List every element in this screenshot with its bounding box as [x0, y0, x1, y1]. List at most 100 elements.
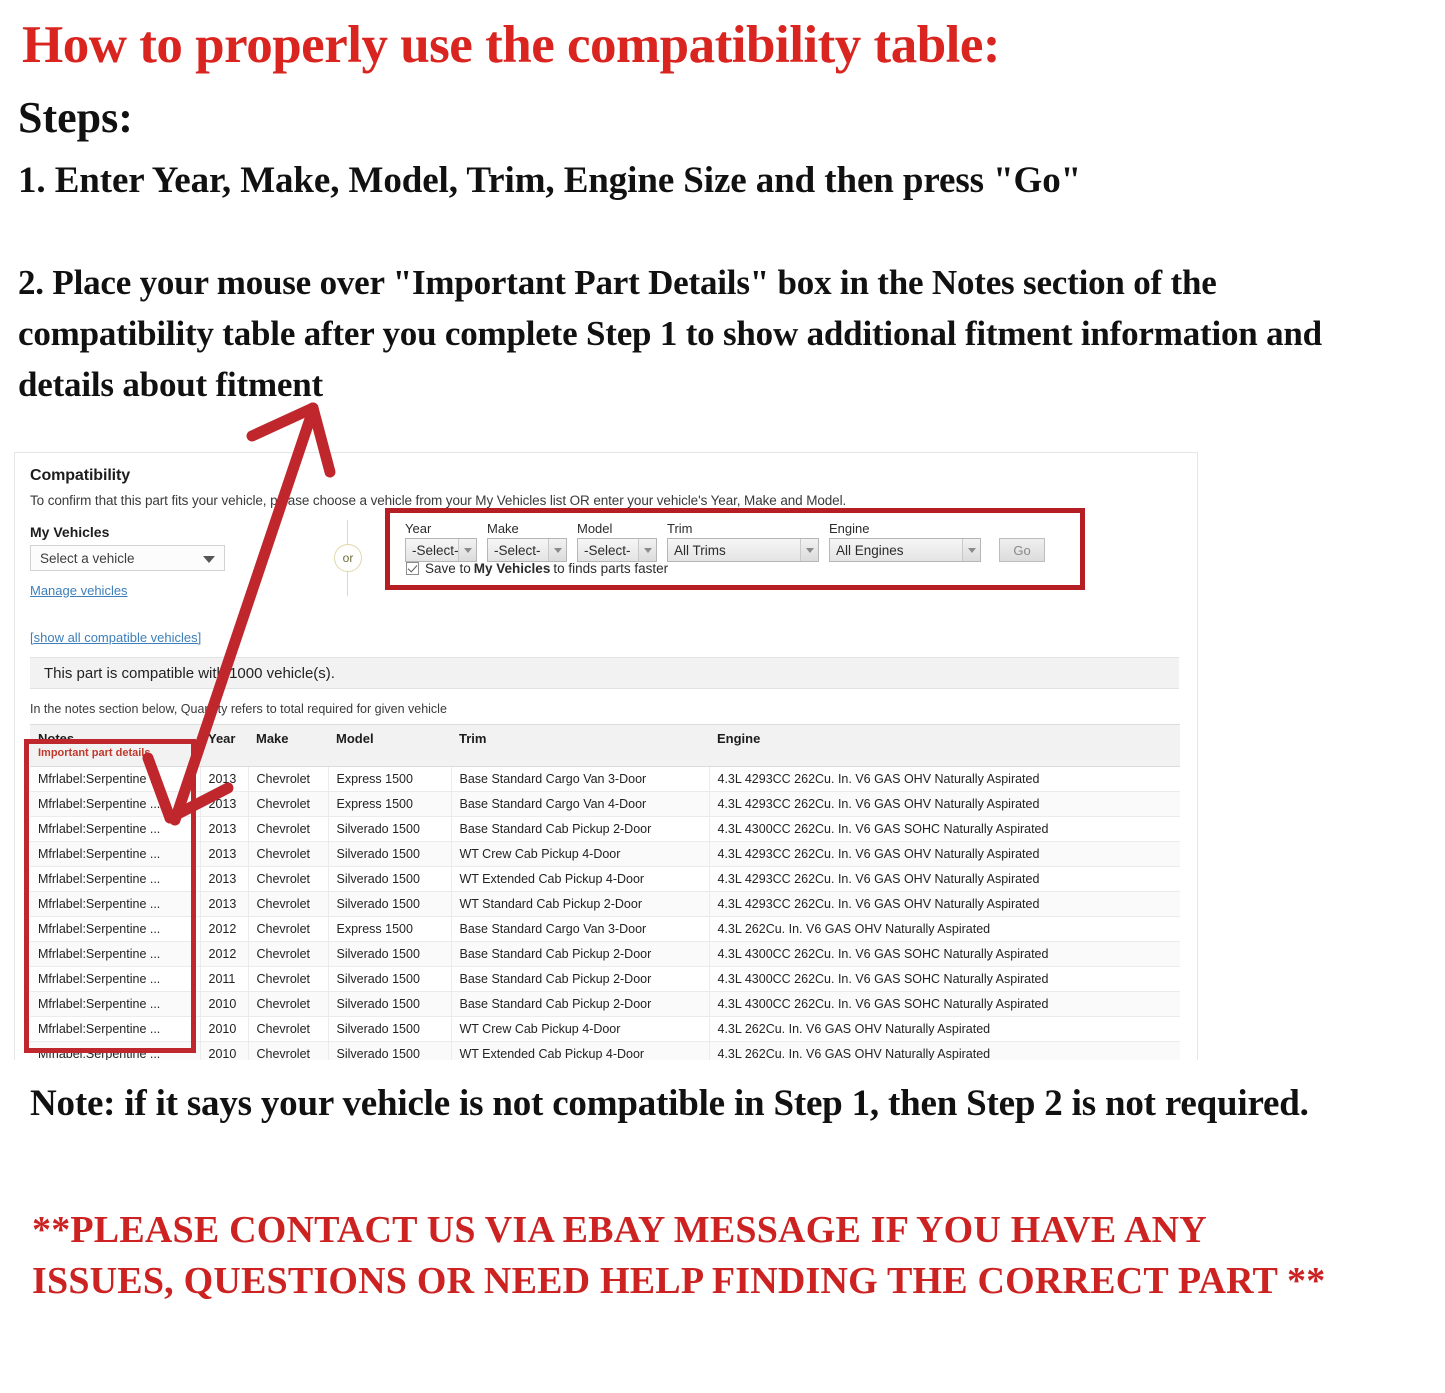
table-row: Mfrlabel:Serpentine ... 2013 Chevrolet Silv… — [30, 841, 1180, 867]
my-vehicles-selected-value: Select a vehicle — [40, 550, 135, 566]
trim-select[interactable]: All Trims — [667, 538, 819, 562]
table-row: Mfrlabel:Serpentine ... 2013 Chevrolet Silv… — [30, 816, 1180, 842]
cell-notes[interactable]: Mfrlabel:Serpentine ... — [30, 791, 201, 817]
cell-notes[interactable]: Mfrlabel:Serpentine ... — [30, 891, 201, 917]
cell-notes[interactable]: Mfrlabel:Serpentine ... — [30, 991, 201, 1017]
cell-model: Silverado 1500 — [328, 991, 452, 1017]
save-to-my-vehicles-row[interactable]: Save to My Vehicles to finds parts faste… — [406, 561, 668, 576]
quantity-note: In the notes section below, Quantity ref… — [30, 702, 447, 716]
trim-field-group: Trim All Trims — [667, 521, 819, 562]
cell-make: Chevrolet — [248, 941, 329, 967]
cell-year: 2012 — [200, 941, 249, 967]
cell-notes[interactable]: Mfrlabel:Serpentine ... — [30, 841, 201, 867]
engine-select[interactable]: All Engines — [829, 538, 981, 562]
header-notes-label: Notes — [38, 731, 75, 746]
header-notes[interactable]: Notes Important part details — [30, 724, 200, 767]
cell-model: Express 1500 — [328, 791, 452, 817]
cell-year: 2013 — [200, 891, 249, 917]
header-make[interactable]: Make — [248, 724, 328, 767]
table-row: Mfrlabel:Serpentine ... 2013 Chevrolet Expr… — [30, 791, 1180, 817]
cell-notes[interactable]: Mfrlabel:Serpentine ... — [30, 866, 201, 892]
model-field-group: Model -Select- — [577, 521, 657, 562]
cell-model: Silverado 1500 — [328, 866, 452, 892]
cell-year: 2010 — [200, 1041, 249, 1060]
cell-year: 2013 — [200, 816, 249, 842]
save-to-my-vehicles-checkbox[interactable] — [406, 562, 419, 575]
cell-engine: 4.3L 4293CC 262Cu. In. V6 GAS OHV Natura… — [709, 866, 1180, 892]
year-select[interactable]: -Select- — [405, 538, 477, 562]
cell-notes[interactable]: Mfrlabel:Serpentine ... — [30, 816, 201, 842]
cell-make: Chevrolet — [248, 891, 329, 917]
cell-year: 2013 — [200, 766, 249, 792]
vehicle-finder-highlight-box: Year -Select- Make -Select- Model -Selec… — [385, 508, 1085, 590]
cell-trim: Base Standard Cab Pickup 2-Door — [451, 991, 710, 1017]
cell-make: Chevrolet — [248, 766, 329, 792]
engine-field-group: Engine All Engines — [829, 521, 981, 562]
cell-notes[interactable]: Mfrlabel:Serpentine ... — [30, 916, 201, 942]
important-part-details-label[interactable]: Important part details — [38, 747, 192, 759]
step-1-text: 1. Enter Year, Make, Model, Trim, Engine… — [18, 160, 1082, 201]
cell-model: Silverado 1500 — [328, 891, 452, 917]
header-year[interactable]: Year — [200, 724, 248, 767]
cell-notes[interactable]: Mfrlabel:Serpentine ... — [30, 1016, 201, 1042]
cell-model: Silverado 1500 — [328, 1041, 452, 1060]
table-row: Mfrlabel:Serpentine ... 2013 Chevrolet Silv… — [30, 891, 1180, 917]
cell-make: Chevrolet — [248, 1041, 329, 1060]
cell-trim: WT Crew Cab Pickup 4-Door — [451, 1016, 710, 1042]
model-select[interactable]: -Select- — [577, 538, 657, 562]
cell-model: Silverado 1500 — [328, 941, 452, 967]
cell-trim: WT Standard Cab Pickup 2-Door — [451, 891, 710, 917]
step-2-text: 2. Place your mouse over "Important Part… — [18, 263, 1322, 404]
cell-notes[interactable]: Mfrlabel:Serpentine ... — [30, 966, 201, 992]
manage-vehicles-link[interactable]: Manage vehicles — [30, 583, 240, 598]
table-row: Mfrlabel:Serpentine ... 2012 Chevrolet Expr… — [30, 916, 1180, 942]
cell-engine: 4.3L 4300CC 262Cu. In. V6 GAS SOHC Natur… — [709, 966, 1180, 992]
my-vehicles-select[interactable]: Select a vehicle — [30, 545, 225, 571]
compatibility-heading: Compatibility — [30, 467, 131, 484]
cell-year: 2010 — [200, 991, 249, 1017]
chevron-down-icon — [800, 539, 818, 561]
table-row: Mfrlabel:Serpentine ... 2010 Chevrolet Silv… — [30, 1016, 1180, 1042]
cell-make: Chevrolet — [248, 791, 329, 817]
vehicle-selector-area: My Vehicles Select a vehicle Manage vehi… — [30, 508, 1179, 628]
engine-selected-value: All Engines — [836, 542, 904, 558]
cell-model: Express 1500 — [328, 766, 452, 792]
cell-engine: 4.3L 262Cu. In. V6 GAS OHV Naturally Asp… — [709, 1016, 1180, 1042]
header-model[interactable]: Model — [328, 724, 451, 767]
cell-trim: Base Standard Cab Pickup 2-Door — [451, 966, 710, 992]
cell-year: 2013 — [200, 866, 249, 892]
fitment-table: Notes Important part details Year Make M… — [30, 724, 1180, 1060]
table-row: Mfrlabel:Serpentine ... 2013 Chevrolet Expr… — [30, 766, 1180, 792]
cell-make: Chevrolet — [248, 816, 329, 842]
cell-model: Silverado 1500 — [328, 1016, 452, 1042]
or-divider: or — [330, 520, 366, 596]
cell-make: Chevrolet — [248, 866, 329, 892]
steps-heading: Steps: — [18, 93, 133, 142]
cell-make: Chevrolet — [248, 966, 329, 992]
cell-engine: 4.3L 4300CC 262Cu. In. V6 GAS SOHC Natur… — [709, 816, 1180, 842]
save-bold-label: My Vehicles — [473, 561, 551, 576]
header-trim[interactable]: Trim — [451, 724, 709, 767]
make-select[interactable]: -Select- — [487, 538, 567, 562]
note-text: Note: if it says your vehicle is not com… — [30, 1083, 1309, 1124]
cell-engine: 4.3L 4293CC 262Cu. In. V6 GAS OHV Natura… — [709, 891, 1180, 917]
model-selected-value: -Select- — [584, 542, 631, 558]
cell-notes[interactable]: Mfrlabel:Serpentine ... — [30, 941, 201, 967]
header-engine[interactable]: Engine — [709, 724, 1180, 767]
cell-year: 2011 — [200, 966, 249, 992]
make-label: Make — [487, 521, 519, 536]
cell-trim: WT Crew Cab Pickup 4-Door — [451, 841, 710, 867]
table-row: Mfrlabel:Serpentine ... 2011 Chevrolet Silv… — [30, 966, 1180, 992]
cell-engine: 4.3L 262Cu. In. V6 GAS OHV Naturally Asp… — [709, 1041, 1180, 1060]
go-button[interactable]: Go — [999, 538, 1045, 562]
chevron-down-icon — [638, 539, 656, 561]
chevron-down-icon — [548, 539, 566, 561]
cell-trim: Base Standard Cargo Van 4-Door — [451, 791, 710, 817]
cell-notes[interactable]: Mfrlabel:Serpentine ... — [30, 1041, 201, 1060]
page-title: How to properly use the compatibility ta… — [22, 16, 1001, 74]
cell-trim: Base Standard Cab Pickup 2-Door — [451, 941, 710, 967]
my-vehicles-label: My Vehicles — [30, 524, 110, 540]
show-all-compatible-vehicles-link[interactable]: [show all compatible vehicles] — [30, 630, 1179, 645]
cell-trim: WT Extended Cab Pickup 4-Door — [451, 866, 710, 892]
cell-notes[interactable]: Mfrlabel:Serpentine ... — [30, 766, 201, 792]
